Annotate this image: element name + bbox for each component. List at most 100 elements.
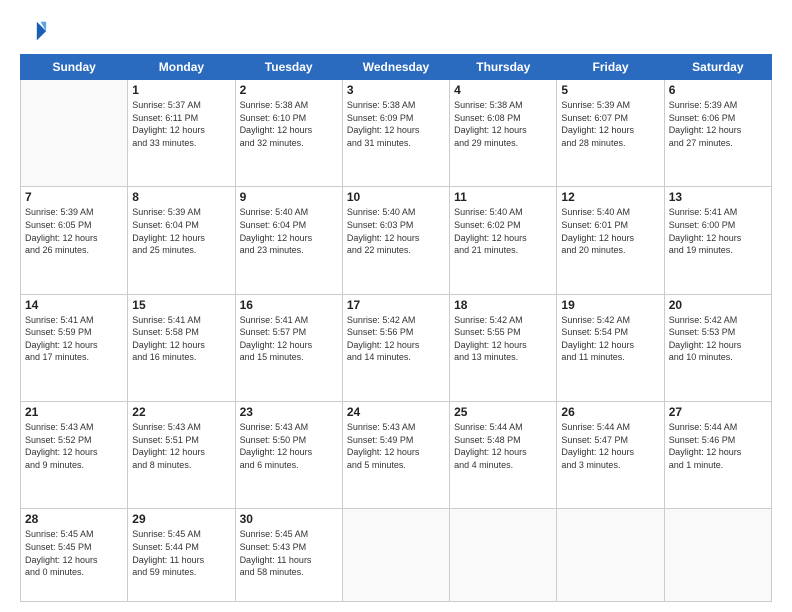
weekday-header-saturday: Saturday bbox=[664, 55, 771, 80]
day-info: Sunrise: 5:38 AMSunset: 6:09 PMDaylight:… bbox=[347, 99, 445, 149]
day-number: 1 bbox=[132, 83, 230, 97]
calendar-cell bbox=[664, 509, 771, 602]
day-number: 13 bbox=[669, 190, 767, 204]
day-info: Sunrise: 5:39 AMSunset: 6:05 PMDaylight:… bbox=[25, 206, 123, 256]
day-info: Sunrise: 5:45 AMSunset: 5:44 PMDaylight:… bbox=[132, 528, 230, 578]
weekday-header-row: SundayMondayTuesdayWednesdayThursdayFrid… bbox=[21, 55, 772, 80]
calendar-cell: 27 Sunrise: 5:44 AMSunset: 5:46 PMDayligh… bbox=[664, 401, 771, 508]
calendar-cell: 21Sunrise: 5:43 AMSunset: 5:52 PMDayligh… bbox=[21, 401, 128, 508]
day-number: 5 bbox=[561, 83, 659, 97]
calendar-cell: 12Sunrise: 5:40 AMSunset: 6:01 PMDayligh… bbox=[557, 187, 664, 294]
calendar-cell: 3 Sunrise: 5:38 AMSunset: 6:09 PMDaylight… bbox=[342, 80, 449, 187]
day-number: 3 bbox=[347, 83, 445, 97]
calendar-cell: 7 Sunrise: 5:39 AMSunset: 6:05 PMDaylight… bbox=[21, 187, 128, 294]
weekday-header-sunday: Sunday bbox=[21, 55, 128, 80]
weekday-header-monday: Monday bbox=[128, 55, 235, 80]
calendar-cell: 8 Sunrise: 5:39 AMSunset: 6:04 PMDaylight… bbox=[128, 187, 235, 294]
calendar-cell bbox=[557, 509, 664, 602]
day-number: 15 bbox=[132, 298, 230, 312]
day-info: Sunrise: 5:40 AMSunset: 6:04 PMDaylight:… bbox=[240, 206, 338, 256]
page: SundayMondayTuesdayWednesdayThursdayFrid… bbox=[0, 0, 792, 612]
day-info: Sunrise: 5:44 AMSunset: 5:48 PMDaylight:… bbox=[454, 421, 552, 471]
calendar-cell: 30 Sunrise: 5:45 AMSunset: 5:43 PMDayligh… bbox=[235, 509, 342, 602]
calendar-cell: 9 Sunrise: 5:40 AMSunset: 6:04 PMDaylight… bbox=[235, 187, 342, 294]
day-info: Sunrise: 5:45 AMSunset: 5:43 PMDaylight:… bbox=[240, 528, 338, 578]
day-number: 19 bbox=[561, 298, 659, 312]
weekday-header-friday: Friday bbox=[557, 55, 664, 80]
day-number: 30 bbox=[240, 512, 338, 526]
weekday-header-thursday: Thursday bbox=[450, 55, 557, 80]
day-info: Sunrise: 5:37 AMSunset: 6:11 PMDaylight:… bbox=[132, 99, 230, 149]
calendar-cell: 26 Sunrise: 5:44 AMSunset: 5:47 PMDayligh… bbox=[557, 401, 664, 508]
calendar-cell: 17 Sunrise: 5:42 AMSunset: 5:56 PMDayligh… bbox=[342, 294, 449, 401]
day-number: 27 bbox=[669, 405, 767, 419]
day-number: 20 bbox=[669, 298, 767, 312]
day-number: 17 bbox=[347, 298, 445, 312]
calendar-cell: 4Sunrise: 5:38 AMSunset: 6:08 PMDaylight… bbox=[450, 80, 557, 187]
day-number: 23 bbox=[240, 405, 338, 419]
day-number: 16 bbox=[240, 298, 338, 312]
calendar-cell: 13 Sunrise: 5:41 AMSunset: 6:00 PMDayligh… bbox=[664, 187, 771, 294]
day-number: 29 bbox=[132, 512, 230, 526]
calendar-cell: 24 Sunrise: 5:43 AMSunset: 5:49 PMDayligh… bbox=[342, 401, 449, 508]
weekday-header-wednesday: Wednesday bbox=[342, 55, 449, 80]
day-number: 22 bbox=[132, 405, 230, 419]
calendar-cell: 23 Sunrise: 5:43 AMSunset: 5:50 PMDayligh… bbox=[235, 401, 342, 508]
day-info: Sunrise: 5:41 AMSunset: 5:59 PMDaylight:… bbox=[25, 314, 123, 364]
calendar-cell: 16Sunrise: 5:41 AMSunset: 5:57 PMDayligh… bbox=[235, 294, 342, 401]
calendar-cell: 18 Sunrise: 5:42 AMSunset: 5:55 PMDayligh… bbox=[450, 294, 557, 401]
day-number: 6 bbox=[669, 83, 767, 97]
day-number: 9 bbox=[240, 190, 338, 204]
day-info: Sunrise: 5:45 AMSunset: 5:45 PMDaylight:… bbox=[25, 528, 123, 578]
day-number: 26 bbox=[561, 405, 659, 419]
calendar-cell: 22Sunrise: 5:43 AMSunset: 5:51 PMDayligh… bbox=[128, 401, 235, 508]
calendar-table: SundayMondayTuesdayWednesdayThursdayFrid… bbox=[20, 54, 772, 602]
day-info: Sunrise: 5:42 AMSunset: 5:54 PMDaylight:… bbox=[561, 314, 659, 364]
calendar-cell: 20 Sunrise: 5:42 AMSunset: 5:53 PMDayligh… bbox=[664, 294, 771, 401]
calendar-cell: 10Sunrise: 5:40 AMSunset: 6:03 PMDayligh… bbox=[342, 187, 449, 294]
day-info: Sunrise: 5:43 AMSunset: 5:49 PMDaylight:… bbox=[347, 421, 445, 471]
calendar-cell: 14 Sunrise: 5:41 AMSunset: 5:59 PMDayligh… bbox=[21, 294, 128, 401]
week-row-2: 7 Sunrise: 5:39 AMSunset: 6:05 PMDaylight… bbox=[21, 187, 772, 294]
day-number: 7 bbox=[25, 190, 123, 204]
day-number: 8 bbox=[132, 190, 230, 204]
calendar-cell: 11 Sunrise: 5:40 AMSunset: 6:02 PMDayligh… bbox=[450, 187, 557, 294]
day-info: Sunrise: 5:38 AMSunset: 6:10 PMDaylight:… bbox=[240, 99, 338, 149]
day-number: 11 bbox=[454, 190, 552, 204]
day-info: Sunrise: 5:44 AMSunset: 5:46 PMDaylight:… bbox=[669, 421, 767, 471]
calendar-cell: 28 Sunrise: 5:45 AMSunset: 5:45 PMDayligh… bbox=[21, 509, 128, 602]
calendar-cell: 25 Sunrise: 5:44 AMSunset: 5:48 PMDayligh… bbox=[450, 401, 557, 508]
weekday-header-tuesday: Tuesday bbox=[235, 55, 342, 80]
day-info: Sunrise: 5:40 AMSunset: 6:02 PMDaylight:… bbox=[454, 206, 552, 256]
day-number: 25 bbox=[454, 405, 552, 419]
day-info: Sunrise: 5:44 AMSunset: 5:47 PMDaylight:… bbox=[561, 421, 659, 471]
week-row-4: 21Sunrise: 5:43 AMSunset: 5:52 PMDayligh… bbox=[21, 401, 772, 508]
calendar-cell: 1 Sunrise: 5:37 AMSunset: 6:11 PMDaylight… bbox=[128, 80, 235, 187]
day-info: Sunrise: 5:41 AMSunset: 5:58 PMDaylight:… bbox=[132, 314, 230, 364]
calendar-cell bbox=[450, 509, 557, 602]
calendar-cell: 19 Sunrise: 5:42 AMSunset: 5:54 PMDayligh… bbox=[557, 294, 664, 401]
day-number: 18 bbox=[454, 298, 552, 312]
day-number: 28 bbox=[25, 512, 123, 526]
week-row-3: 14 Sunrise: 5:41 AMSunset: 5:59 PMDayligh… bbox=[21, 294, 772, 401]
day-info: Sunrise: 5:42 AMSunset: 5:56 PMDaylight:… bbox=[347, 314, 445, 364]
day-number: 21 bbox=[25, 405, 123, 419]
calendar-cell: 29 Sunrise: 5:45 AMSunset: 5:44 PMDayligh… bbox=[128, 509, 235, 602]
calendar-cell: 5Sunrise: 5:39 AMSunset: 6:07 PMDaylight… bbox=[557, 80, 664, 187]
day-info: Sunrise: 5:40 AMSunset: 6:03 PMDaylight:… bbox=[347, 206, 445, 256]
calendar-cell bbox=[342, 509, 449, 602]
day-number: 24 bbox=[347, 405, 445, 419]
day-number: 4 bbox=[454, 83, 552, 97]
day-number: 12 bbox=[561, 190, 659, 204]
day-info: Sunrise: 5:43 AMSunset: 5:50 PMDaylight:… bbox=[240, 421, 338, 471]
day-number: 14 bbox=[25, 298, 123, 312]
calendar-cell: 15 Sunrise: 5:41 AMSunset: 5:58 PMDayligh… bbox=[128, 294, 235, 401]
day-number: 2 bbox=[240, 83, 338, 97]
day-info: Sunrise: 5:41 AMSunset: 6:00 PMDaylight:… bbox=[669, 206, 767, 256]
day-info: Sunrise: 5:42 AMSunset: 5:53 PMDaylight:… bbox=[669, 314, 767, 364]
day-info: Sunrise: 5:42 AMSunset: 5:55 PMDaylight:… bbox=[454, 314, 552, 364]
week-row-5: 28 Sunrise: 5:45 AMSunset: 5:45 PMDayligh… bbox=[21, 509, 772, 602]
day-info: Sunrise: 5:39 AMSunset: 6:04 PMDaylight:… bbox=[132, 206, 230, 256]
logo-icon bbox=[20, 18, 48, 46]
calendar-cell: 6Sunrise: 5:39 AMSunset: 6:06 PMDaylight… bbox=[664, 80, 771, 187]
